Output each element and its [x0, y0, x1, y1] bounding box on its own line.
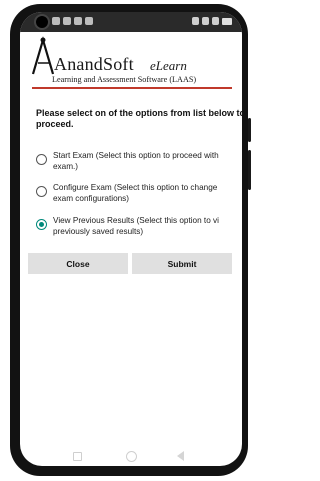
alarm-icon	[192, 17, 199, 25]
phone-side-button	[248, 150, 251, 190]
radio-start-exam[interactable]	[36, 154, 47, 165]
status-notification-icons	[52, 17, 93, 25]
logo-a-mark-icon	[31, 36, 55, 75]
notification-icon	[63, 17, 71, 25]
radio-view-previous-results[interactable]	[36, 219, 47, 230]
instruction-text: Please select on of the options from lis…	[36, 108, 242, 129]
status-bar	[20, 12, 242, 32]
wifi-icon	[74, 17, 82, 25]
submit-button[interactable]: Submit	[132, 253, 232, 274]
logo-divider	[32, 87, 232, 89]
logo-name: AnandSoft	[54, 54, 134, 74]
option-label: Start Exam (Select this option to procee…	[53, 151, 219, 171]
option-start-exam[interactable]: Start Exam (Select this option to procee…	[20, 150, 242, 174]
back-triangle-icon[interactable]	[177, 451, 184, 461]
front-camera	[36, 16, 48, 28]
logo-subtitle: Learning and Assessment Software (LAAS)	[52, 75, 197, 84]
battery-icon	[222, 17, 232, 25]
phone-screen: AnandSoft eLearn Learning and Assessment…	[20, 12, 242, 466]
notification-icon	[85, 17, 93, 25]
home-circle-icon[interactable]	[126, 451, 137, 462]
app-logo: AnandSoft eLearn Learning and Assessment…	[20, 32, 242, 90]
option-label: Configure Exam (Select this option to ch…	[53, 183, 218, 203]
option-label: View Previous Results (Select this optio…	[53, 216, 219, 236]
radio-configure-exam[interactable]	[36, 186, 47, 197]
notification-icon	[52, 17, 60, 25]
signal-icon	[212, 17, 219, 25]
recents-square-icon[interactable]	[73, 452, 82, 461]
status-system-icons	[192, 17, 232, 25]
option-configure-exam[interactable]: Configure Exam (Select this option to ch…	[20, 182, 242, 206]
logo-tagline: eLearn	[150, 58, 187, 73]
phone-side-button	[248, 118, 251, 142]
signal-icon	[202, 17, 209, 25]
close-button[interactable]: Close	[28, 253, 128, 274]
option-view-previous-results[interactable]: View Previous Results (Select this optio…	[20, 215, 242, 239]
navigation-bar	[20, 442, 242, 466]
